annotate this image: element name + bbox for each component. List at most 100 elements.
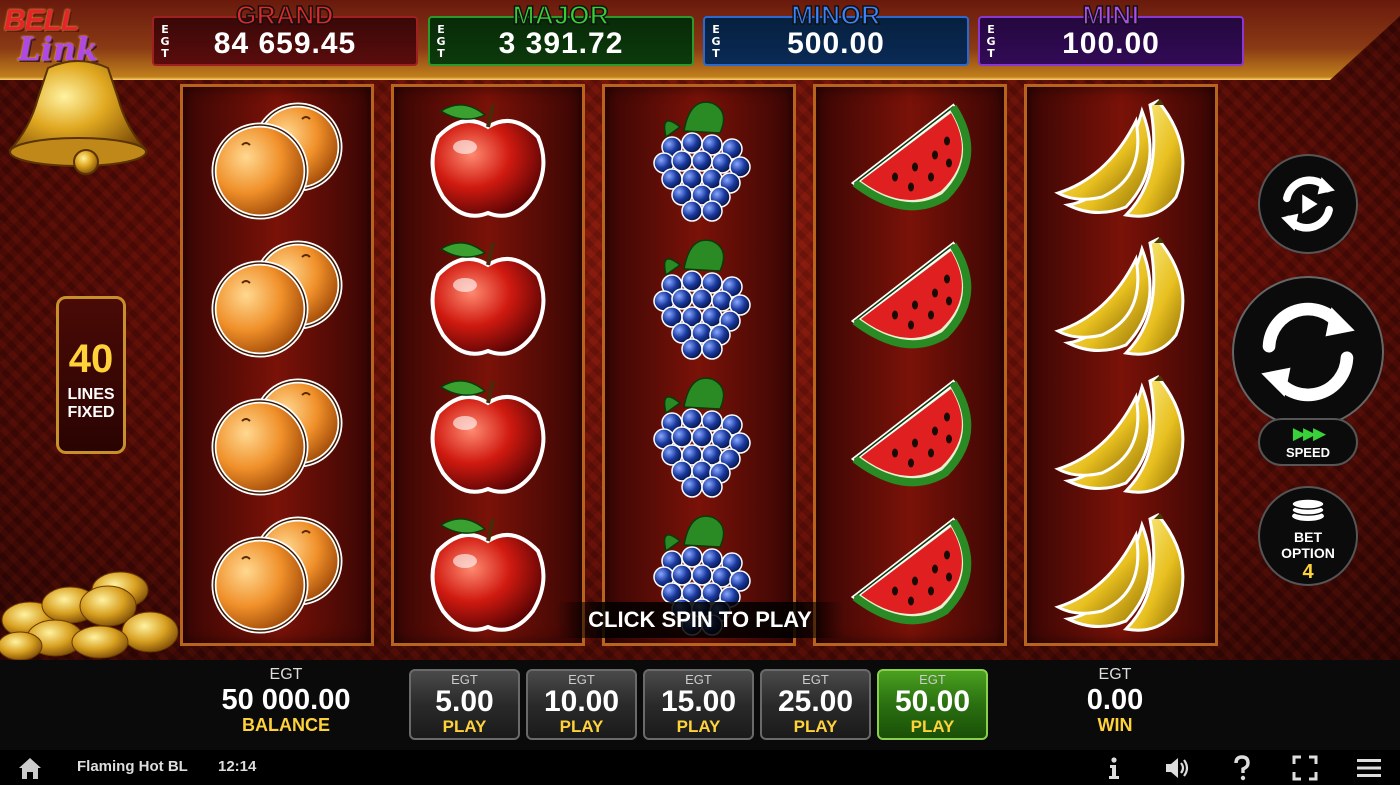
apple-icon (430, 104, 546, 218)
reel-symbol-banana (1027, 90, 1215, 228)
reel-symbol-apple (394, 90, 582, 228)
reel-symbol-peach (183, 228, 371, 366)
autoplay-icon (1281, 176, 1335, 232)
jackpot-major: MAJOR EGT 3 391.72 (428, 0, 694, 66)
clock: 12:14 (218, 758, 257, 775)
jackpot-minor-value: 500.00 (787, 27, 885, 60)
bet-option-label-2: OPTION (1281, 545, 1335, 561)
game-name: Flaming Hot BL (77, 758, 188, 775)
autoplay-button[interactable] (1258, 154, 1358, 254)
bet-value: 15.00 (660, 685, 737, 718)
reel-symbol-grapes (605, 90, 793, 228)
menu-icon[interactable] (1355, 754, 1383, 782)
watermelon-icon (850, 103, 972, 211)
spin-button[interactable] (1232, 276, 1384, 428)
win-egt: EGT (1098, 666, 1132, 683)
reel-symbol-peach (183, 90, 371, 228)
reel-symbol-apple (394, 504, 582, 642)
coin-stack-icon (1291, 498, 1325, 521)
bottom-bar: EGT 50 000.00 BALANCE EGT 5.00 PLAY EGT … (0, 660, 1400, 750)
bet-button-25[interactable]: EGT 25.00 PLAY (760, 669, 871, 740)
apple-icon (430, 380, 546, 494)
sound-icon[interactable] (1163, 754, 1191, 782)
watermelon-icon (850, 241, 972, 349)
banana-icon (1054, 237, 1185, 356)
coin-pile (0, 571, 179, 660)
lines-label-1: LINES (67, 386, 115, 403)
bet-option-button[interactable]: BET OPTION 4 (1258, 486, 1358, 586)
win-label: WIN (1097, 715, 1133, 735)
watermelon-icon (850, 517, 972, 625)
jackpot-mini: MINI EGT 100.00 (978, 0, 1244, 66)
spin-icon (1261, 302, 1355, 402)
reel-symbol-peach (183, 366, 371, 504)
reel-symbol-grapes (605, 366, 793, 504)
reel-symbol-watermelon (816, 90, 1004, 228)
grapes-icon (653, 101, 751, 222)
apple-icon (430, 242, 546, 356)
help-icon[interactable] (1228, 754, 1256, 782)
banana-icon (1054, 513, 1185, 632)
jackpot-grand-value: 84 659.45 (213, 27, 357, 60)
reel-symbol-watermelon (816, 366, 1004, 504)
game-stage: BELL Link GRAND EGT 84 659.45 MAJOR EGT … (0, 0, 1400, 660)
bet-play-label: PLAY (442, 717, 487, 736)
watermelon-icon (850, 379, 972, 487)
peach-icon (211, 378, 343, 496)
fullscreen-icon[interactable] (1291, 754, 1319, 782)
reel-4 (813, 84, 1007, 646)
reel-2 (391, 84, 585, 646)
banana-icon (1054, 99, 1185, 218)
bet-play-label: PLAY (559, 717, 604, 736)
jackpot-mini-value: 100.00 (1062, 27, 1160, 60)
balance-value: 50 000.00 (221, 684, 351, 716)
bet-play-label: PLAY (910, 717, 955, 736)
bet-value: 25.00 (777, 685, 854, 718)
bet-value: 50.00 (894, 685, 971, 718)
grapes-icon (653, 377, 751, 498)
win-display: EGT 0.00 WIN (1040, 666, 1190, 734)
bet-play-label: PLAY (793, 717, 838, 736)
reel-symbol-watermelon (816, 228, 1004, 366)
apple-icon (430, 518, 546, 632)
status-message: CLICK SPIN TO PLAY (556, 602, 844, 638)
grapes-icon (653, 239, 751, 360)
info-icon[interactable] (1100, 754, 1128, 782)
bet-button-15[interactable]: EGT 15.00 PLAY (643, 669, 754, 740)
speed-button[interactable]: ▶▶▶ SPEED (1258, 418, 1358, 466)
bet-button-10[interactable]: EGT 10.00 PLAY (526, 669, 637, 740)
balance-egt: EGT (269, 666, 303, 683)
bell-icon (8, 60, 148, 175)
speed-label: SPEED (1285, 445, 1331, 460)
reel-symbol-banana (1027, 228, 1215, 366)
bet-value: 5.00 (435, 685, 494, 718)
bet-button-50[interactable]: EGT 50.00 PLAY (877, 669, 988, 740)
banana-icon (1054, 375, 1185, 494)
bet-option-value: 4 (1302, 561, 1314, 583)
reel-1 (180, 84, 374, 646)
peach-icon (211, 102, 343, 220)
win-value: 0.00 (1086, 684, 1144, 716)
jackpot-major-value: 3 391.72 (498, 27, 624, 60)
status-bar: Flaming Hot BL 12:14 (0, 750, 1400, 785)
bet-button-5[interactable]: EGT 5.00 PLAY (409, 669, 520, 740)
reel-symbol-peach (183, 504, 371, 642)
reel-symbol-grapes (605, 228, 793, 366)
reel-symbol-banana (1027, 504, 1215, 642)
jackpot-grand: GRAND EGT 84 659.45 (152, 0, 418, 66)
home-icon[interactable] (16, 754, 44, 782)
peach-icon (211, 240, 343, 358)
reel-symbol-apple (394, 366, 582, 504)
lines-badge: 40 LINES FIXED (56, 296, 126, 454)
peach-icon (211, 516, 343, 634)
balance-display: EGT 50 000.00 BALANCE (206, 666, 366, 734)
lines-count: 40 (68, 337, 114, 381)
speed-icon: ▶▶▶ (1292, 424, 1326, 443)
reel-symbol-apple (394, 228, 582, 366)
reel-symbol-watermelon (816, 504, 1004, 642)
reel-symbol-banana (1027, 366, 1215, 504)
reel-5 (1024, 84, 1218, 646)
reel-3 (602, 84, 796, 646)
jackpot-minor: MINOR EGT 500.00 (703, 0, 969, 66)
bet-option-label-1: BET (1294, 529, 1322, 545)
